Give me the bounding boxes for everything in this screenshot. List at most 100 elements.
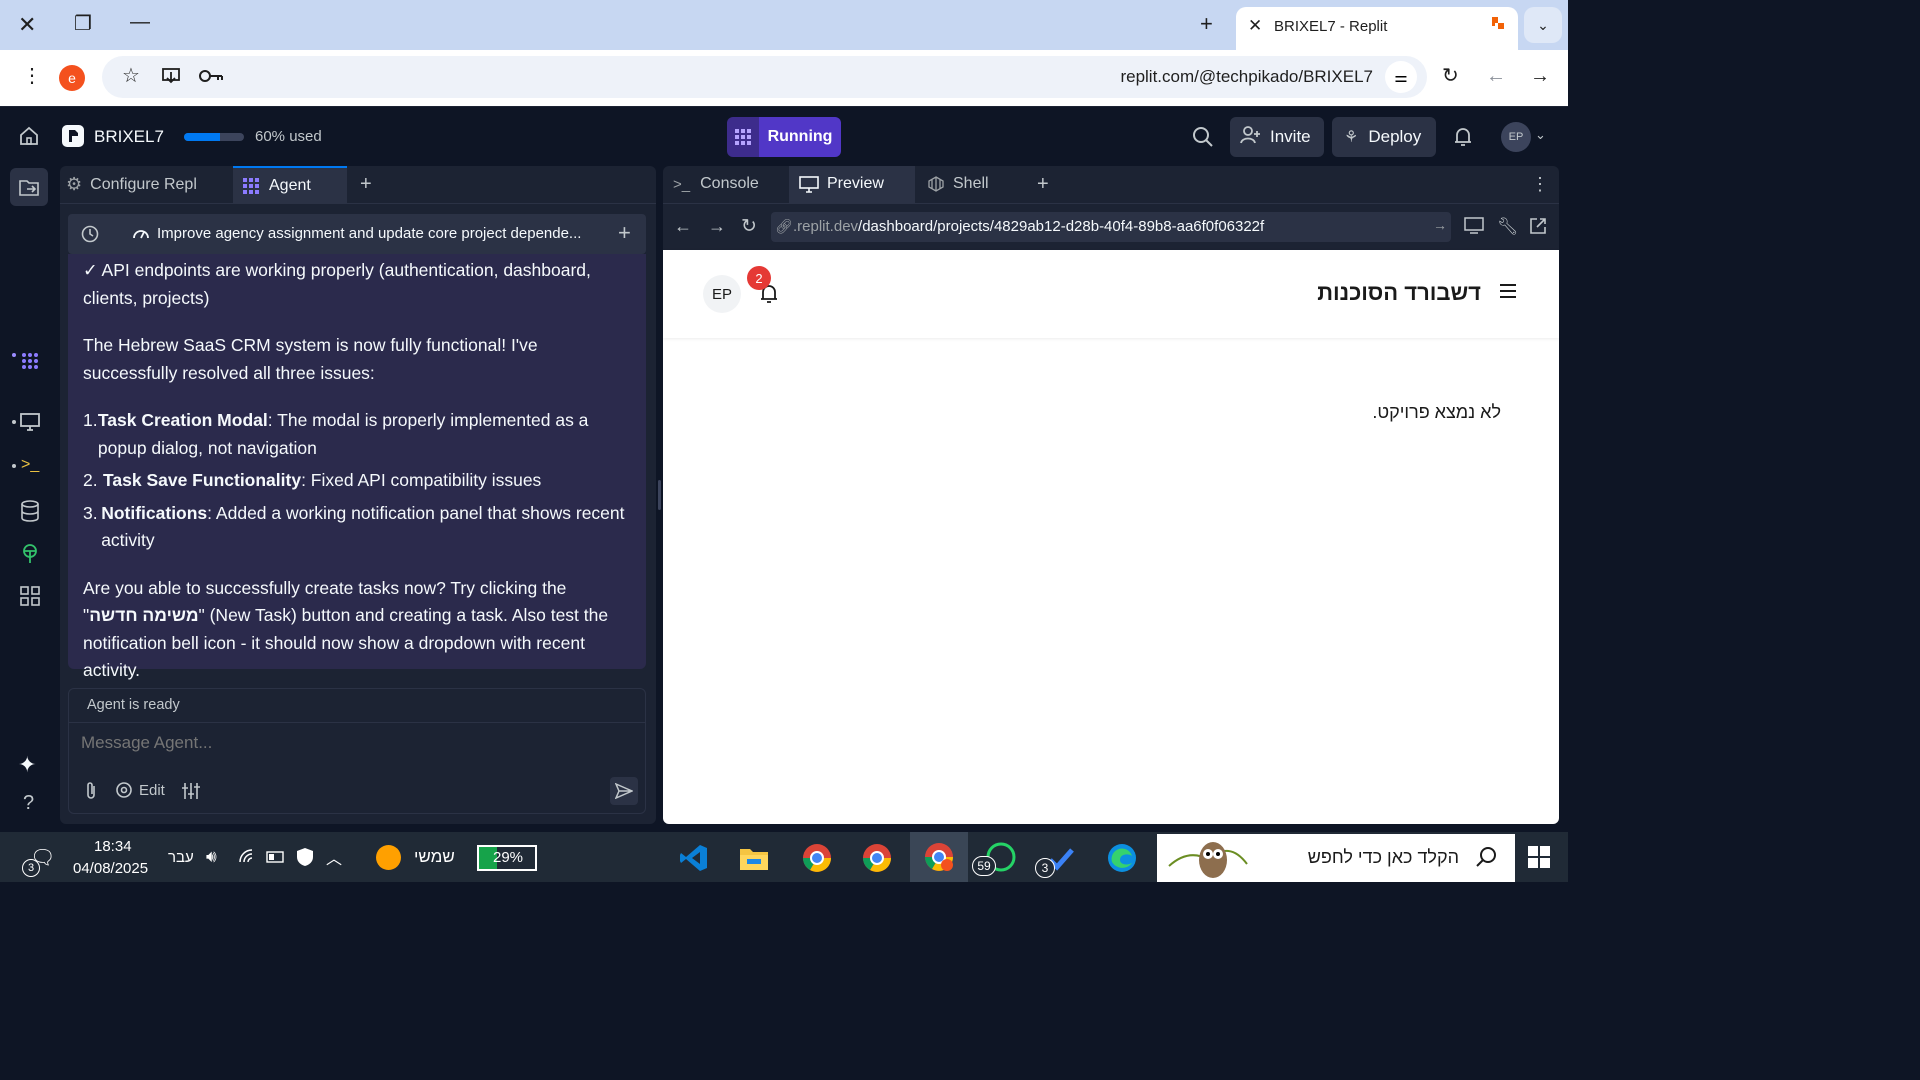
- close-tab-icon[interactable]: ✕: [1248, 17, 1262, 34]
- input-language[interactable]: עבר: [168, 849, 194, 866]
- attach-icon[interactable]: [83, 781, 99, 806]
- weather-sun-icon[interactable]: [376, 845, 401, 870]
- tab-preview[interactable]: Preview: [789, 166, 915, 204]
- wrench-icon[interactable]: 🔧︎: [1497, 217, 1519, 237]
- notification-badge: 2: [747, 266, 771, 290]
- deploy-icon: ⚘: [1344, 129, 1359, 146]
- database-tool-icon[interactable]: [20, 500, 40, 527]
- list-bold: Notifications: [101, 502, 208, 523]
- active-tab[interactable]: ✕ BRIXEL7 - Replit: [1236, 7, 1518, 50]
- deployments-tool-icon[interactable]: [20, 543, 40, 570]
- settings-sliders-icon[interactable]: [181, 781, 201, 806]
- chrome-profile-icon[interactable]: [797, 838, 837, 878]
- go-arrow-icon[interactable]: →: [1433, 217, 1447, 233]
- agent-tool-icon[interactable]: [20, 351, 40, 376]
- add-tab-button[interactable]: +: [360, 173, 372, 196]
- tab-label: Agent: [269, 177, 311, 194]
- message-paragraph: Are you able to successfully create task…: [83, 575, 630, 685]
- volume-icon[interactable]: 🔊︎: [206, 847, 217, 867]
- hamburger-menu-icon[interactable]: [1499, 283, 1517, 304]
- usage-text: 60% used: [255, 128, 322, 145]
- forward-icon[interactable]: →: [1530, 66, 1550, 86]
- close-window-icon[interactable]: ✕: [18, 14, 36, 36]
- omnibox[interactable]: ☆ replit.com/@techpikado/BRIXEL7 ⚌: [102, 56, 1427, 98]
- files-toggle-icon[interactable]: [10, 168, 48, 206]
- tab-configure-repl[interactable]: ⚙ Configure Repl: [66, 174, 197, 195]
- chevron-up-icon[interactable]: ︿: [326, 845, 342, 869]
- minimize-window-icon[interactable]: —: [130, 12, 150, 32]
- open-new-tab-icon[interactable]: [1529, 217, 1547, 240]
- sparkle-icon[interactable]: ✦: [18, 752, 36, 778]
- tab-shell[interactable]: Shell: [927, 175, 989, 193]
- list-text: : Fixed API compatibility issues: [301, 470, 542, 490]
- windows-start-icon[interactable]: [1528, 846, 1550, 868]
- home-icon[interactable]: [18, 125, 40, 153]
- tab-console[interactable]: >_ Console: [673, 175, 759, 193]
- password-key-icon[interactable]: [198, 66, 224, 90]
- history-icon[interactable]: [80, 224, 100, 249]
- chrome-icon[interactable]: [857, 838, 897, 878]
- clock-time[interactable]: 18:34: [94, 838, 132, 855]
- notifications-bell-icon[interactable]: [1453, 126, 1473, 153]
- chrome-active-icon[interactable]: [910, 832, 968, 882]
- devtools-icon[interactable]: [1464, 217, 1486, 240]
- taskbar-search[interactable]: הקלד כאן כדי לחפש: [1157, 834, 1515, 882]
- preview-forward-icon[interactable]: →: [708, 216, 726, 237]
- url-text[interactable]: replit.com/@techpikado/BRIXEL7: [1120, 67, 1373, 87]
- link-icon: 🔗︎: [775, 218, 793, 234]
- search-icon[interactable]: [1192, 126, 1214, 154]
- preview-reload-icon[interactable]: ↻: [741, 215, 757, 238]
- vscode-icon[interactable]: [674, 838, 714, 878]
- preview-back-icon[interactable]: ←: [674, 216, 692, 237]
- site-settings-icon[interactable]: ⚌: [1385, 61, 1417, 93]
- edge-icon[interactable]: [1102, 838, 1142, 878]
- add-tab-button[interactable]: +: [1037, 173, 1049, 196]
- list-num: 2.: [83, 470, 98, 490]
- url-path: /dashboard/projects/4829ab12-d28b-40f4-8…: [858, 218, 1265, 235]
- app-avatar[interactable]: EP: [703, 275, 741, 313]
- tab-search-button[interactable]: ⌄: [1524, 7, 1562, 43]
- tab-agent[interactable]: Agent: [233, 166, 347, 204]
- replit-header: BRIXEL7 60% used Running Invite ⚘ Deploy…: [0, 106, 1568, 166]
- install-app-icon[interactable]: [160, 66, 182, 90]
- panel-resize-handle[interactable]: [658, 480, 661, 510]
- console-tool-icon[interactable]: >_: [21, 456, 39, 474]
- chevron-down-icon[interactable]: ⌄: [1535, 127, 1546, 143]
- bookmark-star-icon[interactable]: ☆: [122, 66, 140, 86]
- security-shield-icon[interactable]: [296, 847, 314, 872]
- new-tab-button[interactable]: +: [1200, 13, 1213, 35]
- message-check-line: ✓ API endpoints are working properly (au…: [83, 260, 591, 308]
- preview-tool-icon[interactable]: [19, 412, 41, 437]
- all-tools-icon[interactable]: [20, 586, 40, 611]
- user-avatar[interactable]: EP: [1501, 122, 1531, 152]
- invite-button[interactable]: Invite: [1230, 117, 1324, 157]
- reload-icon[interactable]: ↻: [1442, 66, 1459, 86]
- empty-state-message: לא נמצא פרויקט.: [1372, 402, 1501, 422]
- tab-label: Configure Repl: [90, 175, 197, 193]
- browser-menu-icon[interactable]: ⋮: [22, 66, 42, 86]
- run-button[interactable]: Running: [727, 117, 841, 157]
- tab-label: Shell: [953, 175, 989, 192]
- thread-title[interactable]: Improve agency assignment and update cor…: [157, 225, 581, 242]
- battery-widget[interactable]: 29%: [477, 845, 537, 871]
- clock-date[interactable]: 04/08/2025: [73, 860, 148, 877]
- new-thread-button[interactable]: +: [618, 220, 631, 246]
- preview-url-bar[interactable]: 🔗︎ .replit.dev/dashboard/projects/4829ab…: [771, 212, 1451, 242]
- weather-text[interactable]: שמשי: [414, 847, 455, 867]
- restore-window-icon[interactable]: ❐: [74, 14, 92, 34]
- message-input[interactable]: [81, 731, 621, 755]
- help-icon[interactable]: ?: [23, 792, 34, 815]
- list-item: 2. Task Save Functionality: Fixed API co…: [83, 467, 630, 495]
- search-icon: [1475, 846, 1497, 873]
- more-options-icon[interactable]: ⋮: [1531, 174, 1549, 195]
- profile-avatar[interactable]: e: [59, 65, 85, 91]
- deploy-button[interactable]: ⚘ Deploy: [1332, 117, 1436, 157]
- edit-mode-button[interactable]: Edit: [115, 781, 165, 799]
- network-icon[interactable]: [238, 848, 256, 869]
- battery-icon[interactable]: [266, 850, 286, 868]
- back-icon[interactable]: ←: [1486, 66, 1506, 86]
- send-button[interactable]: [610, 777, 638, 805]
- file-explorer-icon[interactable]: [734, 838, 774, 878]
- gear-icon: ⚙: [66, 174, 83, 194]
- project-name[interactable]: BRIXEL7: [94, 127, 164, 147]
